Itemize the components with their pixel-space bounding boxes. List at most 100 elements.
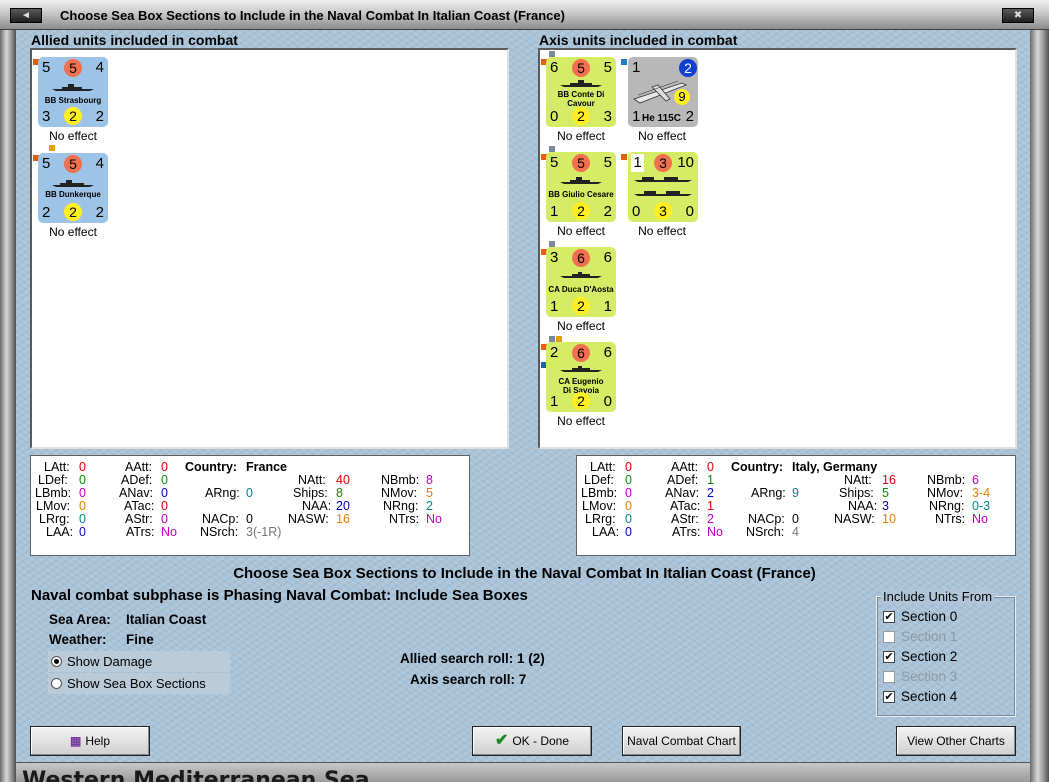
unit-effect: No effect xyxy=(49,225,97,239)
stat-value: 1 xyxy=(707,473,714,487)
axis-search-roll: Axis search roll: 7 xyxy=(410,672,527,687)
stat-value: 3(-1R) xyxy=(246,525,282,539)
help-button[interactable]: ▦ Help xyxy=(30,726,150,756)
stat-label: LMov: xyxy=(36,499,71,513)
stat-value: 2 xyxy=(707,512,714,526)
unit-counter-ca-duca-daosta[interactable]: 3 6 6 CA Duca D'Aosta 1 2 1 xyxy=(546,247,616,317)
checkbox-label: Section 2 xyxy=(901,649,958,664)
stat-label: ADef: xyxy=(667,473,699,487)
unit-attack-circle: 2 xyxy=(679,59,697,77)
unit-counter-bb-dunkerque[interactable]: 5 5 4 BB Dunkerque 2 2 2 xyxy=(38,153,108,223)
stat-value: 40 xyxy=(336,473,350,487)
unit-counter-bb-conte-di-cavour[interactable]: 6 5 5 BB Conte Di Cavour 0 2 3 xyxy=(546,57,616,127)
unit-counter-destroyer-flotilla[interactable]: 1 3 10 0 3 0 xyxy=(628,152,698,222)
checkbox xyxy=(883,671,895,683)
stat-value: 10 xyxy=(882,512,896,526)
title-bar[interactable]: ◄ Choose Sea Box Sections to Include in … xyxy=(0,0,1049,30)
unit-defense-circle: 3 xyxy=(654,202,672,220)
ok-done-button[interactable]: ✔ OK - Done xyxy=(472,726,592,756)
stat-label: NACp: xyxy=(748,512,785,526)
stat-value: 0 xyxy=(79,473,86,487)
unit-range-circle: 9 xyxy=(674,89,690,105)
stat-label: ARng: xyxy=(751,486,786,500)
unit-counter-ca-eugenio-di-savoia[interactable]: 2 6 6 CA Eugenio Di Savoia 1 2 0 xyxy=(546,342,616,412)
radio-label: Show Damage xyxy=(67,654,153,669)
unit-defense-right: 2 xyxy=(685,108,694,125)
unit-defense-circle: 2 xyxy=(572,202,590,220)
country-value: Italy, Germany xyxy=(792,460,878,474)
cruiser-icon xyxy=(560,366,602,372)
stat-label: Ships: xyxy=(293,486,328,500)
naval-combat-chart-button[interactable]: Naval Combat Chart xyxy=(622,726,741,756)
unit-counter-he-115c[interactable]: 1 2 9 1 He 115C 2 xyxy=(628,57,698,127)
allied-stats-panel: LAtt: 0 AAtt: 0 Country: France LDef: 0 … xyxy=(30,455,470,556)
unit-name: BB Giulio Cesare xyxy=(548,190,614,199)
unit-effect: No effect xyxy=(557,129,605,143)
stat-value: 0 xyxy=(625,499,632,513)
checkbox[interactable]: ✔ xyxy=(883,691,895,703)
unit-defense-right: 2 xyxy=(95,204,104,221)
unit-attack-right: 6 xyxy=(603,344,612,361)
stat-label: NAA: xyxy=(848,499,878,513)
stat-value: 3 xyxy=(882,499,889,513)
stat-label: ATrs: xyxy=(126,525,155,539)
stat-value: 0 xyxy=(161,499,168,513)
unit-marker xyxy=(621,59,627,65)
unit-name: BB Dunkerque xyxy=(45,190,101,199)
country-label: Country: xyxy=(731,460,784,474)
stat-label: NTrs: xyxy=(935,512,966,526)
checkmark-icon: ✔ xyxy=(494,732,509,749)
unit-defense-left: 0 xyxy=(632,203,641,220)
stat-label: NASW: xyxy=(834,512,875,526)
stat-label: NAtt: xyxy=(844,473,872,487)
unit-defense-circle: 2 xyxy=(64,203,82,221)
country-label: Country: xyxy=(185,460,238,474)
stat-label: NRng: xyxy=(383,499,419,513)
show-sections-option[interactable]: Show Sea Box Sections xyxy=(48,673,230,694)
unit-attack-right: 4 xyxy=(95,59,104,76)
country-value: France xyxy=(246,460,287,474)
stat-value: 0 xyxy=(625,486,632,500)
stat-value: 0 xyxy=(625,525,632,539)
subphase-text: Naval combat subphase is Phasing Naval C… xyxy=(31,587,528,604)
checkbox[interactable]: ✔ xyxy=(883,651,895,663)
stat-label: NASW: xyxy=(288,512,329,526)
unit-name: BB Conte Di Cavour xyxy=(557,90,605,108)
close-button[interactable]: ✖ xyxy=(1002,8,1034,23)
naval-chart-label: Naval Combat Chart xyxy=(627,734,736,748)
unit-attack-left: 5 xyxy=(42,155,51,172)
ok-label: OK - Done xyxy=(512,734,570,748)
stat-value: No xyxy=(161,525,177,539)
stat-label: LAtt: xyxy=(590,460,616,474)
unit-defense-right: 3 xyxy=(603,108,612,125)
battleship-icon xyxy=(52,84,94,91)
stat-value: No xyxy=(972,512,988,526)
help-label: Help xyxy=(85,734,111,748)
radio-button[interactable] xyxy=(51,656,62,667)
map-region-label: Western Mediterranean Sea xyxy=(22,768,370,782)
stat-value: 2 xyxy=(707,486,714,500)
stat-label: NMov: xyxy=(381,486,418,500)
checkbox[interactable]: ✔ xyxy=(883,611,895,623)
view-other-charts-button[interactable]: View Other Charts xyxy=(896,726,1016,756)
stat-value: 5 xyxy=(426,486,433,500)
unit-attack-circle: 5 xyxy=(64,59,82,77)
unit-defense-left: 2 xyxy=(42,204,51,221)
stat-value: 0-3 xyxy=(972,499,991,513)
stat-value: 0 xyxy=(707,460,714,474)
radio-button[interactable] xyxy=(51,678,62,689)
unit-defense-circle: 2 xyxy=(572,297,590,315)
minimize-button[interactable]: ◄ xyxy=(10,8,42,23)
unit-attack-right: 10 xyxy=(677,154,694,171)
stat-value: 0 xyxy=(161,512,168,526)
unit-defense-right: 0 xyxy=(685,203,694,220)
stat-label: ATac: xyxy=(670,499,701,513)
unit-counter-bb-strasbourg[interactable]: 5 5 4 BB Strasbourg 3 2 2 xyxy=(38,57,108,127)
stat-value: 0 xyxy=(79,460,86,474)
book-icon: ▦ xyxy=(69,734,82,748)
stat-label: LAA: xyxy=(46,525,74,539)
unit-defense-circle: 2 xyxy=(64,107,82,125)
unit-counter-bb-giulio-cesare[interactable]: 5 5 5 BB Giulio Cesare 1 2 2 xyxy=(546,152,616,222)
unit-effect: No effect xyxy=(638,129,686,143)
show-damage-option[interactable]: Show Damage xyxy=(48,651,230,672)
